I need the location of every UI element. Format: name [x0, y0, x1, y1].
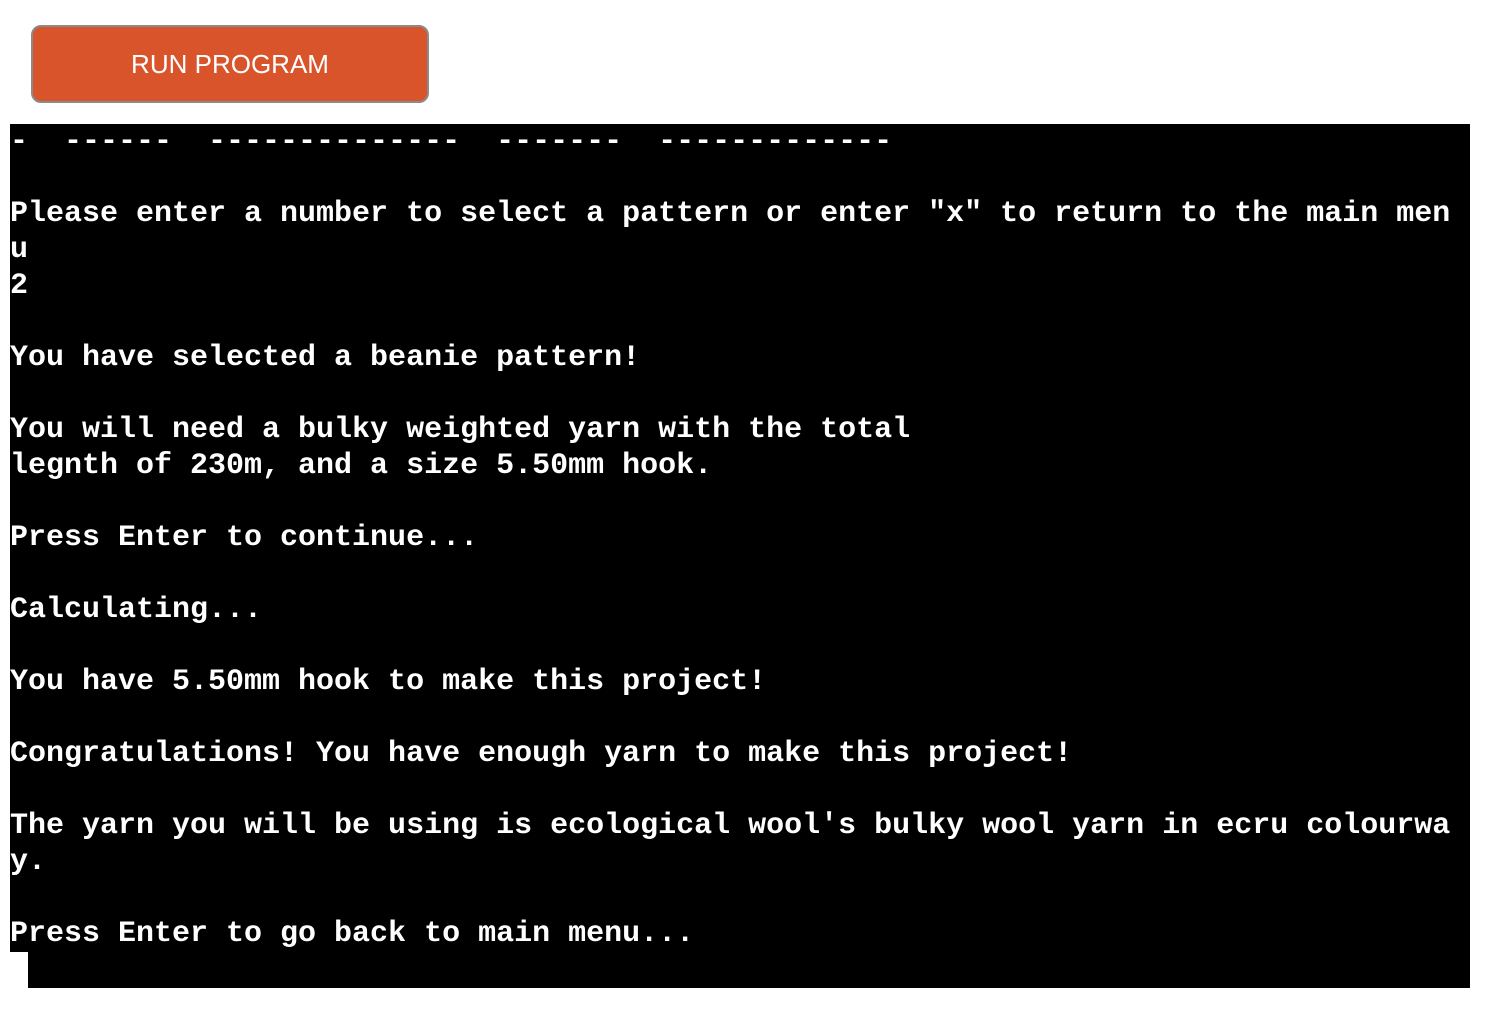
terminal-line: You have selected a beanie pattern!	[10, 341, 641, 375]
terminal-line: legnth of 230m, and a size 5.50mm hook.	[10, 449, 713, 483]
terminal-line: y.	[10, 845, 47, 879]
terminal-line: The yarn you will be using is ecological…	[10, 809, 1451, 843]
terminal-line: You have 5.50mm hook to make this projec…	[10, 665, 767, 699]
terminal-lines: - ------ -------------- ------- --------…	[10, 124, 1470, 952]
terminal-line: - ------ -------------- ------- --------…	[10, 125, 893, 159]
terminal-line: Press Enter to go back to main menu...	[10, 917, 695, 951]
terminal-corner-gap	[10, 952, 28, 992]
run-program-button[interactable]: RUN PROGRAM	[31, 25, 429, 103]
terminal-line: Congratulations! You have enough yarn to…	[10, 737, 1073, 771]
terminal-line: You will need a bulky weighted yarn with…	[10, 413, 911, 447]
terminal-line: 2	[10, 269, 29, 303]
terminal-line: Please enter a number to select a patter…	[10, 197, 1451, 231]
terminal-line: Calculating...	[10, 593, 263, 627]
page: RUN PROGRAM - ------ -------------- ----…	[0, 0, 1502, 1018]
terminal-output[interactable]: - ------ -------------- ------- --------…	[10, 124, 1470, 988]
terminal-line: u	[10, 233, 29, 267]
terminal-line: Press Enter to continue...	[10, 521, 479, 555]
